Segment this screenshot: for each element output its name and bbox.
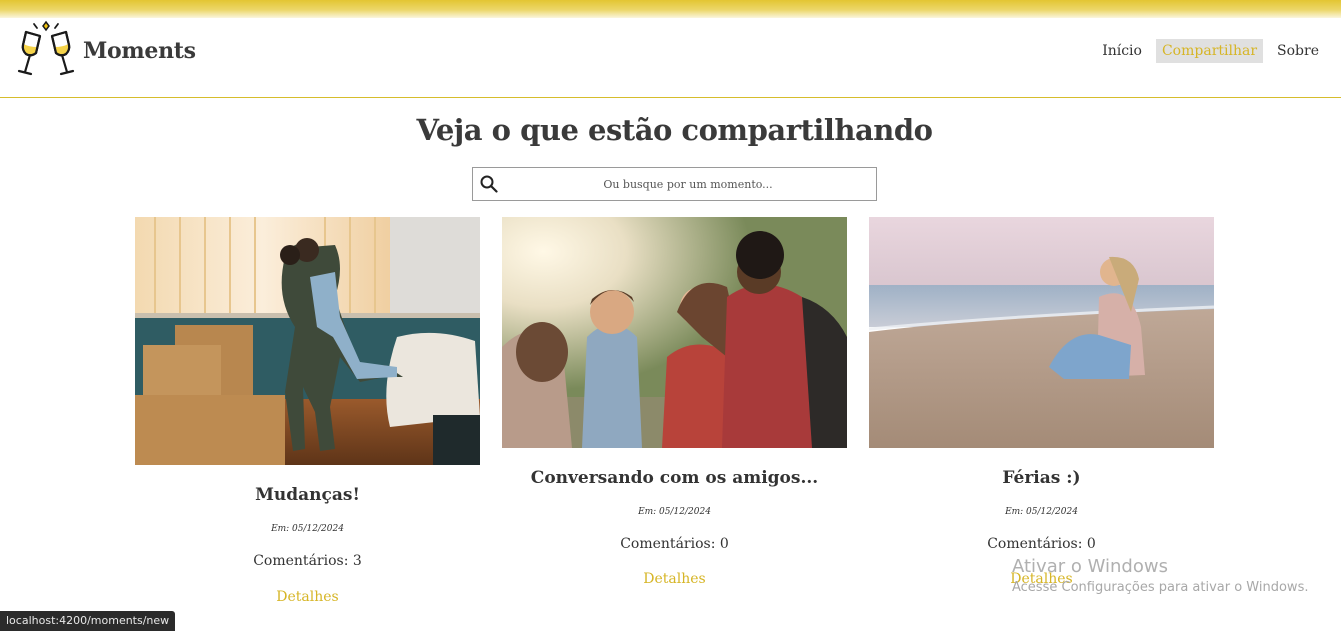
moment-date: Em: 05/12/2024 [638, 507, 711, 517]
page-title: Veja o que estão compartilhando [416, 113, 933, 147]
details-link[interactable]: Detalhes [869, 571, 1214, 587]
moment-comments: Comentários: 0 [987, 536, 1096, 552]
details-link[interactable]: Detalhes [502, 571, 847, 587]
nav-link-sobre[interactable]: Sobre [1271, 39, 1325, 63]
moment-card: Conversando com os amigos... Em: 05/12/2… [502, 217, 847, 597]
link-status-url: localhost:4200/moments/new [0, 611, 176, 631]
champagne-glasses-icon[interactable] [14, 20, 78, 84]
search-icon [480, 175, 498, 193]
moment-image-friends[interactable] [502, 217, 847, 448]
moment-card: Mudanças! Em: 05/12/2024 Comentários: 3 … [135, 217, 480, 617]
moment-card: Férias :) Em: 05/12/2024 Comentários: 0 … [869, 217, 1214, 597]
nav-link-inicio[interactable]: Início [1096, 39, 1148, 63]
nav-link-compartilhar[interactable]: Compartilhar [1155, 39, 1264, 63]
moment-image-couple-moving[interactable] [135, 217, 480, 465]
brand-title[interactable]: Moments [83, 38, 196, 64]
moment-title: Conversando com os amigos... [530, 468, 819, 488]
site-header: Moments Início Compartilhar Sobre [0, 18, 1341, 98]
moment-title: Mudanças! [255, 485, 360, 505]
moment-title: Férias :) [1002, 468, 1081, 488]
search-box [472, 167, 877, 201]
moment-comments: Comentários: 0 [620, 536, 729, 552]
top-accent-bar [0, 0, 1341, 18]
details-link[interactable]: Detalhes [135, 589, 480, 605]
search-input[interactable] [503, 168, 873, 200]
moment-image-beach[interactable] [869, 217, 1214, 448]
moment-date: Em: 05/12/2024 [1005, 507, 1078, 517]
moment-date: Em: 05/12/2024 [271, 524, 344, 534]
moment-comments: Comentários: 3 [253, 553, 362, 569]
main-nav: Início Compartilhar Sobre [1096, 39, 1325, 63]
